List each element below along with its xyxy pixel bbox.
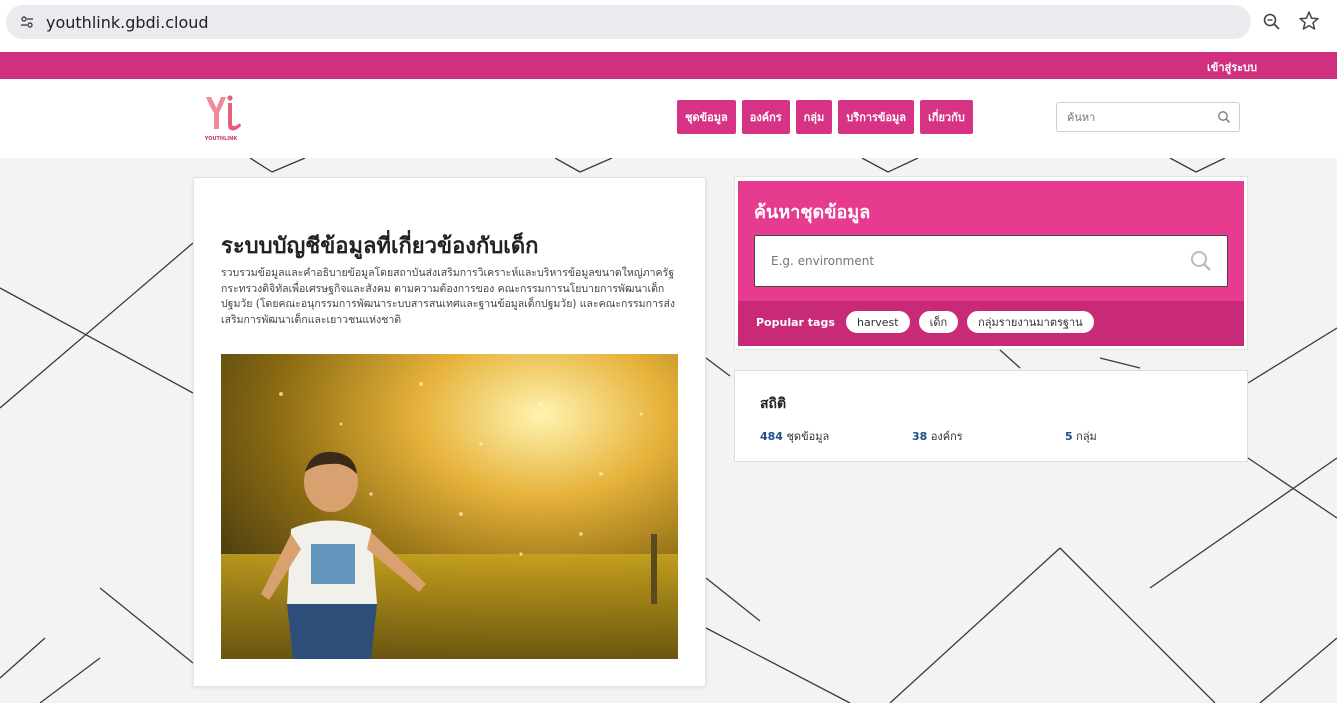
stats-title: สถิติ [760, 396, 787, 412]
stat-datasets-count: 484 [760, 430, 783, 443]
login-link[interactable]: เข้าสู่ระบบ [1207, 58, 1257, 76]
tag-label: กลุ่มรายงานมาตรฐาน [978, 316, 1083, 329]
main-nav: ชุดข้อมูล องค์กร กลุ่ม บริการข้อมูล เกี่… [677, 100, 973, 134]
tag-standard-report-group[interactable]: กลุ่มรายงานมาตรฐาน [967, 311, 1094, 333]
nav-about[interactable]: เกี่ยวกับ [920, 100, 973, 134]
logo-text: YOUTHLINK [204, 136, 238, 142]
stat-datasets-label: ชุดข้อมูล [786, 430, 830, 443]
tag-harvest[interactable]: harvest [846, 311, 910, 333]
nav-data-services[interactable]: บริการข้อมูล [838, 100, 915, 134]
popular-tags-bar: Popular tags harvest เด็ก กลุ่มรายงานมาต… [738, 301, 1244, 346]
address-bar[interactable]: youthlink.gbdi.cloud [6, 5, 1251, 39]
stat-groups-count: 5 [1065, 430, 1073, 443]
search-icon[interactable] [1189, 249, 1213, 273]
dataset-search-input[interactable] [755, 236, 1175, 286]
site-info-icon[interactable] [20, 15, 34, 29]
youthlink-logo[interactable]: YOUTHLINK [196, 93, 246, 143]
nav-organizations[interactable]: องค์กร [741, 100, 790, 134]
dataset-search-box [754, 235, 1228, 287]
stat-datasets[interactable]: 484 ชุดข้อมูล [760, 427, 829, 445]
stat-groups[interactable]: 5 กลุ่ม [1065, 427, 1097, 445]
search-panel-title: ค้นหาชุดข้อมูล [754, 202, 871, 223]
top-strip: เข้าสู่ระบบ [0, 52, 1337, 79]
tag-children[interactable]: เด็ก [918, 311, 959, 333]
browser-toolbar: youthlink.gbdi.cloud [0, 0, 1337, 46]
stat-organizations[interactable]: 38 องค์กร [912, 427, 963, 445]
intro-card: ระบบบัญชีข้อมูลที่เกี่ยวข้องกับเด็ก รวบร… [193, 177, 706, 687]
zoom-icon[interactable] [1262, 12, 1282, 32]
search-icon[interactable] [1217, 110, 1231, 124]
stat-groups-label: กลุ่ม [1076, 430, 1097, 443]
dataset-search-panel: ค้นหาชุดข้อมูล Popular tags harvest เด็ก… [734, 176, 1248, 350]
stats-card: สถิติ 484 ชุดข้อมูล 38 องค์กร 5 กลุ่ม [734, 370, 1248, 462]
url-text[interactable]: youthlink.gbdi.cloud [46, 13, 209, 32]
intro-description: รวบรวมข้อมูลและคำอธิบายข้อมูลโดยสถาบันส่… [221, 267, 676, 326]
nav-datasets[interactable]: ชุดข้อมูล [677, 100, 736, 134]
page-title: ระบบบัญชีข้อมูลที่เกี่ยวข้องกับเด็ก [221, 234, 539, 259]
tag-label: harvest [857, 315, 899, 329]
popular-tags-label: Popular tags [756, 316, 835, 329]
header-search-input[interactable] [1057, 103, 1207, 131]
site-header: YOUTHLINK ชุดข้อมูล องค์กร กลุ่ม บริการข… [0, 79, 1337, 158]
search-panel-header: ค้นหาชุดข้อมูล [738, 181, 1244, 301]
popular-tags: harvest เด็ก กลุ่มรายงานมาตรฐาน [846, 311, 1094, 333]
stat-organizations-count: 38 [912, 430, 928, 443]
star-icon[interactable] [1298, 10, 1320, 32]
tag-label: เด็ก [929, 316, 948, 329]
nav-groups[interactable]: กลุ่ม [795, 100, 833, 134]
hero-photo [221, 354, 678, 659]
stat-organizations-label: องค์กร [930, 430, 963, 443]
header-search [1056, 102, 1240, 132]
